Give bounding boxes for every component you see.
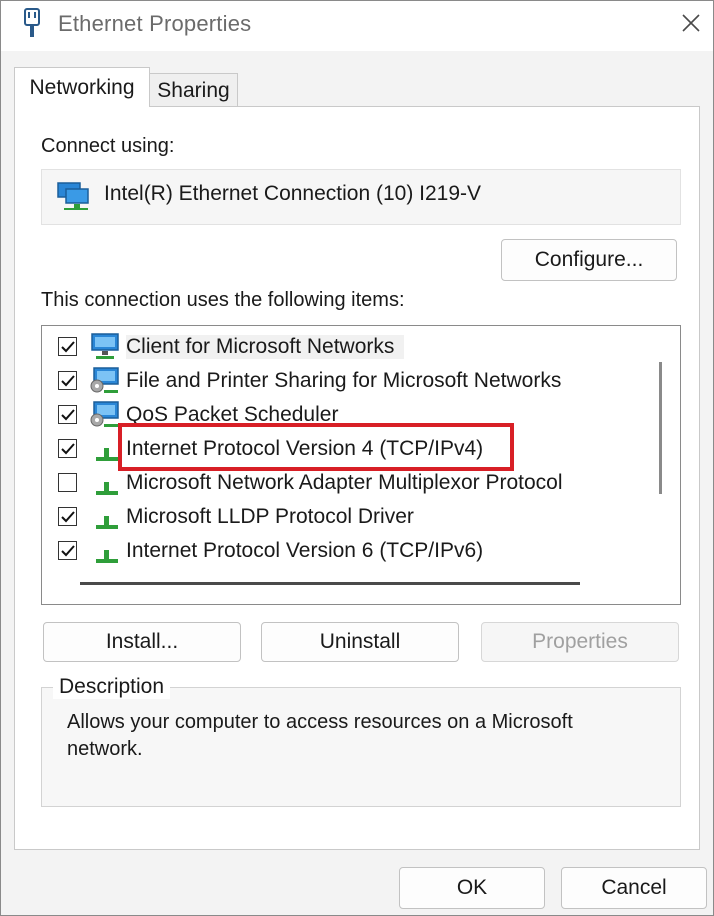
network-adapter-icon xyxy=(57,182,89,210)
configure-button[interactable]: Configure... xyxy=(501,239,677,281)
uninstall-button[interactable]: Uninstall xyxy=(261,622,459,662)
item-label: File and Printer Sharing for Microsoft N… xyxy=(126,369,562,392)
protocol-icon xyxy=(96,550,118,563)
list-item[interactable]: File and Printer Sharing for Microsoft N… xyxy=(42,364,642,398)
network-service-icon xyxy=(90,401,119,427)
tab-networking[interactable]: Networking xyxy=(14,67,150,107)
item-checkbox[interactable] xyxy=(58,541,77,560)
item-label: Internet Protocol Version 4 (TCP/IPv4) xyxy=(126,437,484,460)
title-bar[interactable]: Ethernet Properties xyxy=(1,1,713,51)
cancel-button[interactable]: Cancel xyxy=(561,867,707,909)
list-item[interactable]: Internet Protocol Version 6 (TCP/IPv6) xyxy=(42,534,642,568)
protocol-icon xyxy=(96,448,118,461)
item-label: QoS Packet Scheduler xyxy=(126,403,339,426)
adapter-field: Intel(R) Ethernet Connection (10) I219-V xyxy=(41,169,681,225)
checkmark-icon xyxy=(60,340,75,352)
window-title: Ethernet Properties xyxy=(58,11,252,36)
ethernet-plug-icon xyxy=(24,8,40,37)
network-client-icon xyxy=(91,333,119,359)
ethernet-properties-window: Ethernet Properties Networking Sharing C… xyxy=(0,0,714,916)
item-label: Microsoft Network Adapter Multiplexor Pr… xyxy=(126,471,563,494)
ok-button[interactable]: OK xyxy=(399,867,545,909)
item-label: Client for Microsoft Networks xyxy=(126,335,405,359)
item-label: Internet Protocol Version 6 (TCP/IPv6) xyxy=(126,539,484,562)
network-service-icon xyxy=(90,367,119,393)
checkmark-icon xyxy=(60,374,75,386)
vertical-scrollbar[interactable] xyxy=(659,362,662,494)
checkmark-icon xyxy=(60,408,75,420)
items-label: This connection uses the following items… xyxy=(41,289,405,311)
close-icon xyxy=(682,14,700,32)
adapter-name: Intel(R) Ethernet Connection (10) I219-V xyxy=(104,182,482,205)
properties-button[interactable]: Properties xyxy=(481,622,679,662)
list-item[interactable]: Microsoft LLDP Protocol Driver xyxy=(42,500,642,534)
install-button[interactable]: Install... xyxy=(43,622,241,662)
list-item[interactable]: QoS Packet Scheduler xyxy=(42,398,642,432)
list-item[interactable]: Client for Microsoft Networks xyxy=(42,330,642,364)
item-checkbox[interactable] xyxy=(58,507,77,526)
item-checkbox[interactable] xyxy=(58,371,77,390)
list-item[interactable]: Internet Protocol Version 4 (TCP/IPv4) xyxy=(42,432,642,466)
description-title: Description xyxy=(53,675,171,699)
list-item[interactable]: Microsoft Network Adapter Multiplexor Pr… xyxy=(42,466,642,500)
item-checkbox[interactable] xyxy=(58,405,77,424)
horizontal-scrollbar[interactable] xyxy=(80,582,580,585)
item-checkbox[interactable] xyxy=(58,337,77,356)
item-checkbox[interactable] xyxy=(58,473,77,492)
connect-using-label: Connect using: xyxy=(41,135,175,157)
protocol-icon xyxy=(96,482,118,495)
close-button[interactable] xyxy=(669,3,713,43)
description-text: Allows your computer to access resources… xyxy=(67,711,573,760)
protocol-icon xyxy=(96,516,118,529)
item-checkbox[interactable] xyxy=(58,439,77,458)
checkmark-icon xyxy=(60,544,75,556)
tab-sharing[interactable]: Sharing xyxy=(150,73,238,107)
checkmark-icon xyxy=(60,442,75,454)
item-label: Microsoft LLDP Protocol Driver xyxy=(126,505,414,528)
checkmark-icon xyxy=(60,510,75,522)
items-list[interactable]: Client for Microsoft Networks File and P… xyxy=(41,325,681,605)
